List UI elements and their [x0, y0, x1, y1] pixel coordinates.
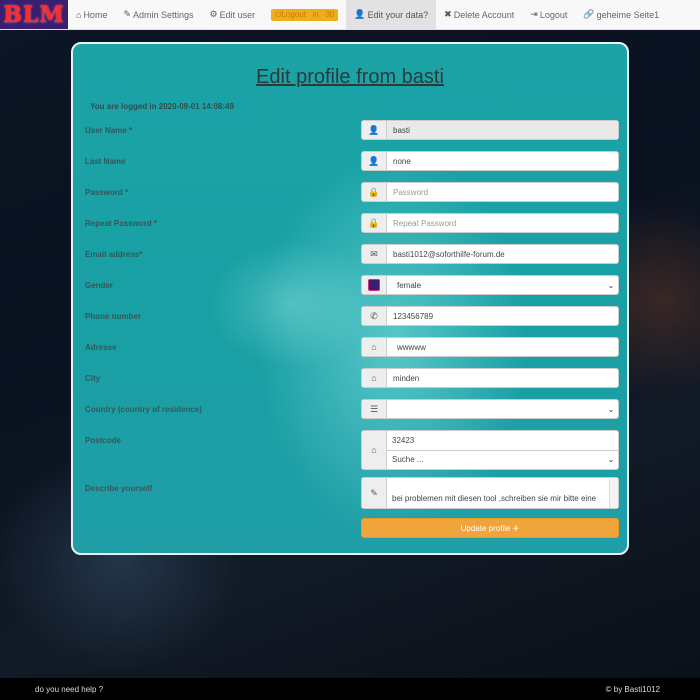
nav-edit-your-data-label: Edit your data?	[367, 9, 429, 20]
close-icon: ✖	[444, 9, 452, 19]
postcode-group: ⌂ 32423 Suche ... ⌄	[361, 430, 619, 470]
postcode-search-value: Suche ...	[392, 455, 424, 464]
nav-edit-your-data[interactable]: 👤 Edit your data?	[346, 0, 437, 29]
user-icon: 👤	[362, 121, 387, 139]
city-label: City	[85, 374, 101, 383]
lock-icon: 🔒	[362, 214, 387, 232]
address-field[interactable]: ⌂ wwwww	[361, 337, 619, 357]
nav-logout-timer[interactable]: ⏻Logout in 30	[263, 0, 346, 29]
user-icon: 👤	[362, 152, 387, 170]
repeat-password-field[interactable]: 🔒 Repeat Password	[361, 213, 619, 233]
copyright-text: © by Basti1012	[605, 684, 660, 694]
country-label: Country (country of residence)	[85, 405, 202, 414]
postcode-label: Postcode	[85, 436, 122, 445]
wrench-icon: ✎	[123, 9, 131, 19]
chevron-down-icon: ⌄	[607, 280, 615, 290]
nav-edit-user-label: Edit user	[219, 9, 256, 20]
nav-secret-page[interactable]: 🔗 geheime Seite1	[575, 0, 667, 29]
email-value: basti1012@soforthilfe-forum.de	[393, 249, 505, 259]
pencil-icon: ✎	[362, 478, 387, 508]
link-icon: 🔗	[583, 9, 595, 19]
lock-icon: 🔒	[362, 183, 387, 201]
username-field[interactable]: 👤 basti	[361, 120, 619, 140]
footer: do you need help ? © by Basti1012	[0, 678, 700, 700]
nav-delete-account-label: Delete Account	[453, 9, 515, 20]
nav-secret-page-label: geheime Seite1	[596, 9, 660, 20]
nav-home-label: Home	[83, 9, 108, 20]
postcode-input[interactable]: 32423	[386, 431, 618, 451]
phone-label: Phone number	[85, 312, 142, 321]
nav-logout[interactable]: ⇥ Logout	[522, 0, 575, 29]
update-profile-button[interactable]: Update profile ✈	[361, 518, 619, 538]
gender-select[interactable]: female ⌄	[361, 275, 619, 295]
nav-logout-label: Logout	[539, 9, 568, 20]
city-field[interactable]: ⌂ minden	[361, 368, 619, 388]
home-icon: ⌂	[76, 9, 82, 20]
address-value: wwwww	[397, 342, 426, 352]
nav-admin-settings-label: Admin Settings	[133, 9, 194, 20]
country-select[interactable]: ☰ ⌄	[361, 399, 619, 419]
lastname-field[interactable]: 👤 none	[361, 151, 619, 171]
nav-admin-settings[interactable]: ✎ Admin Settings	[115, 0, 201, 29]
chevron-down-icon: ⌄	[607, 455, 615, 464]
password-field[interactable]: 🔒 Password	[361, 182, 619, 202]
textarea-scrollbar[interactable]	[609, 478, 618, 508]
envelope-icon: ✉	[362, 245, 387, 263]
gender-value: female	[397, 280, 422, 290]
help-link[interactable]: do you need help ?	[35, 685, 103, 694]
describe-value: bei problemen mit diesen tool ,schreiben…	[392, 494, 597, 503]
password-label: Password *	[85, 188, 129, 197]
phone-field[interactable]: ✆ 123456789	[361, 306, 619, 326]
gender-icon	[362, 276, 387, 294]
nav-home[interactable]: ⌂ Home	[68, 0, 115, 29]
home-icon: ⌂	[362, 369, 387, 387]
address-label: Adresse	[85, 343, 117, 352]
phone-value: 123456789	[393, 311, 434, 321]
logout-timer-badge: ⏻Logout in 30	[271, 8, 339, 21]
login-timestamp: You are logged in 2020-09-01 14:08:49	[90, 102, 234, 111]
city-value: minden	[393, 373, 420, 383]
phone-icon: ✆	[362, 307, 387, 325]
page-title: Edit profile from basti	[256, 66, 444, 88]
top-navbar: BLM ⌂ Home ✎ Admin Settings ⚙ Edit user …	[0, 0, 700, 30]
signout-icon: ⇥	[530, 9, 538, 19]
nav-edit-user[interactable]: ⚙ Edit user	[202, 0, 264, 29]
edit-profile-panel: Edit profile from basti You are logged i…	[71, 42, 629, 555]
repeat-password-label: Repeat Password *	[85, 219, 158, 228]
gender-label: Gender	[85, 281, 114, 290]
repeat-password-placeholder: Repeat Password	[393, 218, 457, 228]
username-label: User Name *	[85, 126, 133, 135]
list-icon: ☰	[362, 400, 387, 418]
password-placeholder: Password	[393, 187, 429, 197]
home-icon: ⌂	[362, 338, 387, 356]
username-value: basti	[387, 121, 618, 139]
lastname-value: none	[393, 156, 411, 166]
lastname-label: Last Name	[85, 157, 126, 166]
user-icon: 👤	[354, 9, 366, 19]
logout-timer-label: Logout in 30	[281, 9, 335, 19]
chevron-down-icon: ⌄	[607, 404, 615, 414]
home-icon: ⌂	[362, 431, 387, 469]
email-label: Email address*	[85, 250, 143, 259]
describe-textarea[interactable]: ✎ bei problemen mit diesen tool ,schreib…	[361, 477, 619, 509]
email-field[interactable]: ✉ basti1012@soforthilfe-forum.de	[361, 244, 619, 264]
nav-delete-account[interactable]: ✖ Delete Account	[436, 0, 522, 29]
describe-label: Describe yourself	[85, 484, 153, 493]
brand-logo[interactable]: BLM	[0, 0, 68, 29]
gear-icon: ⚙	[209, 9, 218, 19]
postcode-search-select[interactable]: Suche ... ⌄	[386, 450, 618, 469]
